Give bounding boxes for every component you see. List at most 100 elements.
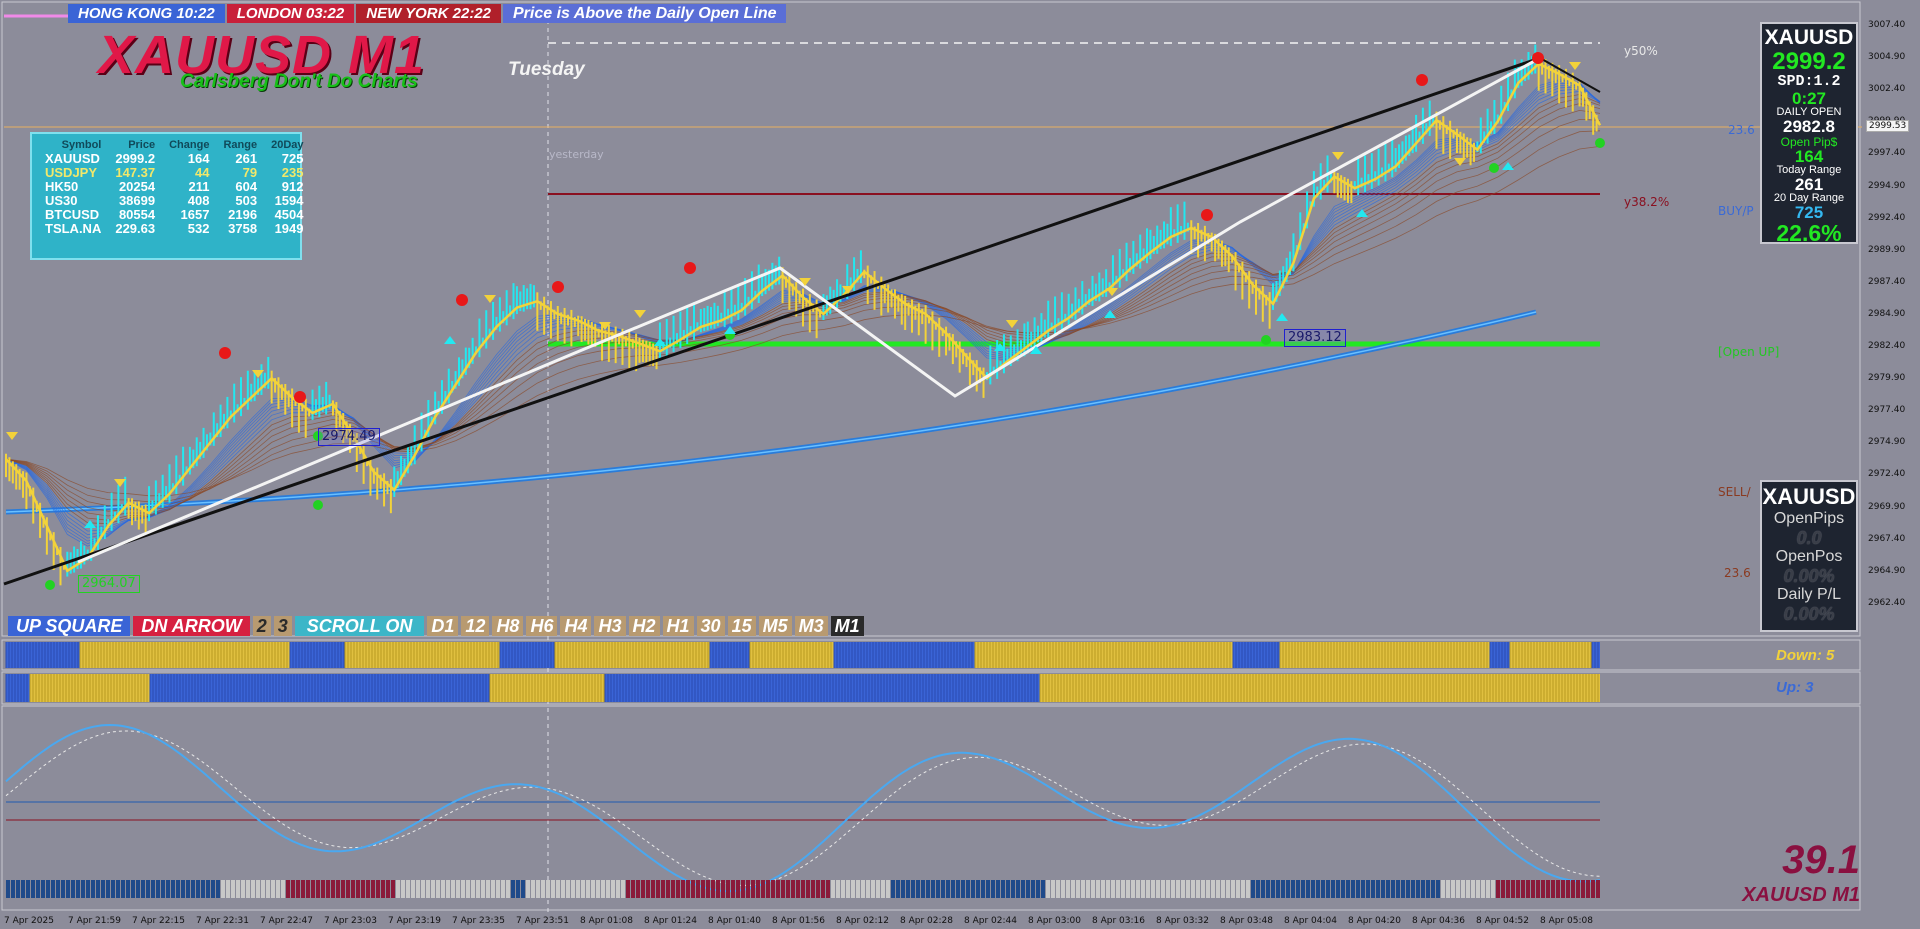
time-tick: 8 Apr 01:24 bbox=[644, 916, 697, 926]
oscillator-color-bar bbox=[601, 880, 605, 898]
oscillator-color-bar bbox=[1056, 880, 1060, 898]
oscillator-color-bar bbox=[891, 880, 895, 898]
price-status-message: Price is Above the Daily Open Line bbox=[503, 4, 789, 23]
sell-signal-dot bbox=[1201, 209, 1213, 221]
scroll-toggle-button[interactable]: SCROLL ON bbox=[294, 616, 425, 636]
pos-open-pos: 0.00% bbox=[1783, 566, 1835, 586]
oscillator-color-bar bbox=[886, 880, 890, 898]
oscillator-color-bar bbox=[281, 880, 285, 898]
up-arrow-marker bbox=[444, 336, 456, 344]
oscillator-color-bar bbox=[1196, 880, 1200, 898]
oscillator-color-bar bbox=[1261, 880, 1265, 898]
oscillator-color-bar bbox=[1326, 880, 1330, 898]
tf-button-m1[interactable]: M1 bbox=[830, 616, 864, 636]
sell-signal-dot bbox=[1416, 74, 1428, 86]
oscillator-color-bar bbox=[1516, 880, 1520, 898]
day-label: Tuesday bbox=[508, 59, 585, 80]
oscillator-color-bar bbox=[1591, 880, 1595, 898]
oscillator-color-bar bbox=[551, 880, 555, 898]
oscillator-color-bar bbox=[591, 880, 595, 898]
tf-button-h6[interactable]: H6 bbox=[526, 616, 558, 636]
oscillator-color-bar bbox=[656, 880, 660, 898]
up-arrow-marker bbox=[1276, 313, 1288, 321]
oscillator-color-bar bbox=[776, 880, 780, 898]
tf-button-h1[interactable]: H1 bbox=[662, 616, 694, 636]
price-tick: 2964.90 bbox=[1868, 565, 1906, 576]
oscillator-color-bar bbox=[31, 880, 35, 898]
tf-button-m5[interactable]: M5 bbox=[758, 616, 792, 636]
oscillator-color-bar bbox=[201, 880, 205, 898]
price-axis[interactable]: 3007.403004.903002.402999.902997.402994.… bbox=[1862, 0, 1920, 929]
info-candle-timer: 0:27 bbox=[1791, 89, 1827, 108]
tf-button-h2[interactable]: H2 bbox=[628, 616, 660, 636]
oscillator-color-bar bbox=[476, 880, 480, 898]
tf-button-m3[interactable]: M3 bbox=[794, 616, 828, 636]
histogram-bar-2 bbox=[605, 674, 1040, 702]
cell-day20: 1594 bbox=[274, 193, 304, 208]
oscillator-color-bar bbox=[1576, 880, 1580, 898]
oscillator-color-bar bbox=[1396, 880, 1400, 898]
quote-table-header: Symbol Price Change Range 20Day bbox=[38, 138, 311, 152]
info-symbol: XAUUSD bbox=[1764, 26, 1854, 49]
cell-range: 503 bbox=[235, 193, 258, 208]
oscillator-color-bar bbox=[51, 880, 55, 898]
table-row: USDJPY 147.37 44 79 235 bbox=[38, 166, 311, 180]
oscillator-color-bar bbox=[1526, 880, 1530, 898]
buy-signal-dot bbox=[1261, 335, 1271, 345]
oscillator-color-bar bbox=[686, 880, 690, 898]
tf-button-h8[interactable]: H8 bbox=[492, 616, 524, 636]
oscillator-color-bar bbox=[481, 880, 485, 898]
oscillator-color-bar bbox=[1531, 880, 1535, 898]
oscillator-color-bar bbox=[1441, 880, 1445, 898]
oscillator-color-bar bbox=[726, 880, 730, 898]
oscillator-color-bar bbox=[1416, 880, 1420, 898]
option-2-button[interactable]: 2 bbox=[252, 616, 271, 636]
tf-button-h4[interactable]: H4 bbox=[560, 616, 592, 636]
oscillator-color-bar bbox=[1456, 880, 1460, 898]
oscillator-color-bar bbox=[696, 880, 700, 898]
oscillator-color-bar bbox=[221, 880, 225, 898]
pos-daily-pl-label: Daily P/L bbox=[1776, 586, 1842, 603]
tf-button-12[interactable]: 12 bbox=[461, 616, 490, 636]
oscillator-color-bar bbox=[406, 880, 410, 898]
tf-button-15[interactable]: 15 bbox=[727, 616, 756, 636]
header-change: Change bbox=[169, 139, 210, 151]
oscillator-color-bar bbox=[1461, 880, 1465, 898]
cell-symbol: US30 bbox=[45, 193, 78, 208]
oscillator-color-bar bbox=[186, 880, 190, 898]
oscillator-color-bar bbox=[216, 880, 220, 898]
world-clocks: HONG KONG 10:22 LONDON 03:22 NEW YORK 22… bbox=[68, 4, 789, 23]
option-3-button[interactable]: 3 bbox=[273, 616, 292, 636]
oscillator-color-bar bbox=[701, 880, 705, 898]
up-count: Up: 3 bbox=[1776, 679, 1814, 696]
price-tick: 2977.40 bbox=[1868, 405, 1906, 416]
cell-symbol: HK50 bbox=[45, 179, 79, 194]
oscillator-color-bar bbox=[641, 880, 645, 898]
price-tick: 2969.90 bbox=[1868, 501, 1906, 512]
oscillator-color-bar bbox=[1161, 880, 1165, 898]
oscillator-color-bar bbox=[366, 880, 370, 898]
oscillator-color-bar bbox=[616, 880, 620, 898]
oscillator-color-bar bbox=[1041, 880, 1045, 898]
time-tick: 7 Apr 21:59 bbox=[68, 916, 121, 926]
oscillator-color-bar bbox=[681, 880, 685, 898]
tf-button-h3[interactable]: H3 bbox=[594, 616, 626, 636]
oscillator-color-bar bbox=[436, 880, 440, 898]
time-axis[interactable]: 7 Apr 2025 7 Apr 21:59 7 Apr 22:15 7 Apr 22… bbox=[0, 912, 1862, 929]
up-square-button[interactable]: UP SQUARE bbox=[8, 616, 131, 636]
oscillator-color-bar bbox=[636, 880, 640, 898]
oscillator-color-bar bbox=[1221, 880, 1225, 898]
oscillator-color-bar bbox=[1551, 880, 1555, 898]
tf-button-30[interactable]: 30 bbox=[696, 616, 725, 636]
oscillator-color-bar bbox=[471, 880, 475, 898]
tf-button-d1[interactable]: D1 bbox=[427, 616, 459, 636]
dn-arrow-button[interactable]: DN ARROW bbox=[133, 616, 250, 636]
table-row: HK50 20254 211 604 912 bbox=[38, 180, 311, 194]
quote-table: Symbol Price Change Range 20Day XAUUSD 29… bbox=[30, 132, 304, 260]
oscillator-color-bar bbox=[1546, 880, 1550, 898]
oscillator-color-bar bbox=[416, 880, 420, 898]
oscillator-color-bar bbox=[1581, 880, 1585, 898]
oscillator-color-bar bbox=[236, 880, 240, 898]
oscillator-color-bar bbox=[1011, 880, 1015, 898]
price-tick: 2997.40 bbox=[1868, 148, 1906, 159]
